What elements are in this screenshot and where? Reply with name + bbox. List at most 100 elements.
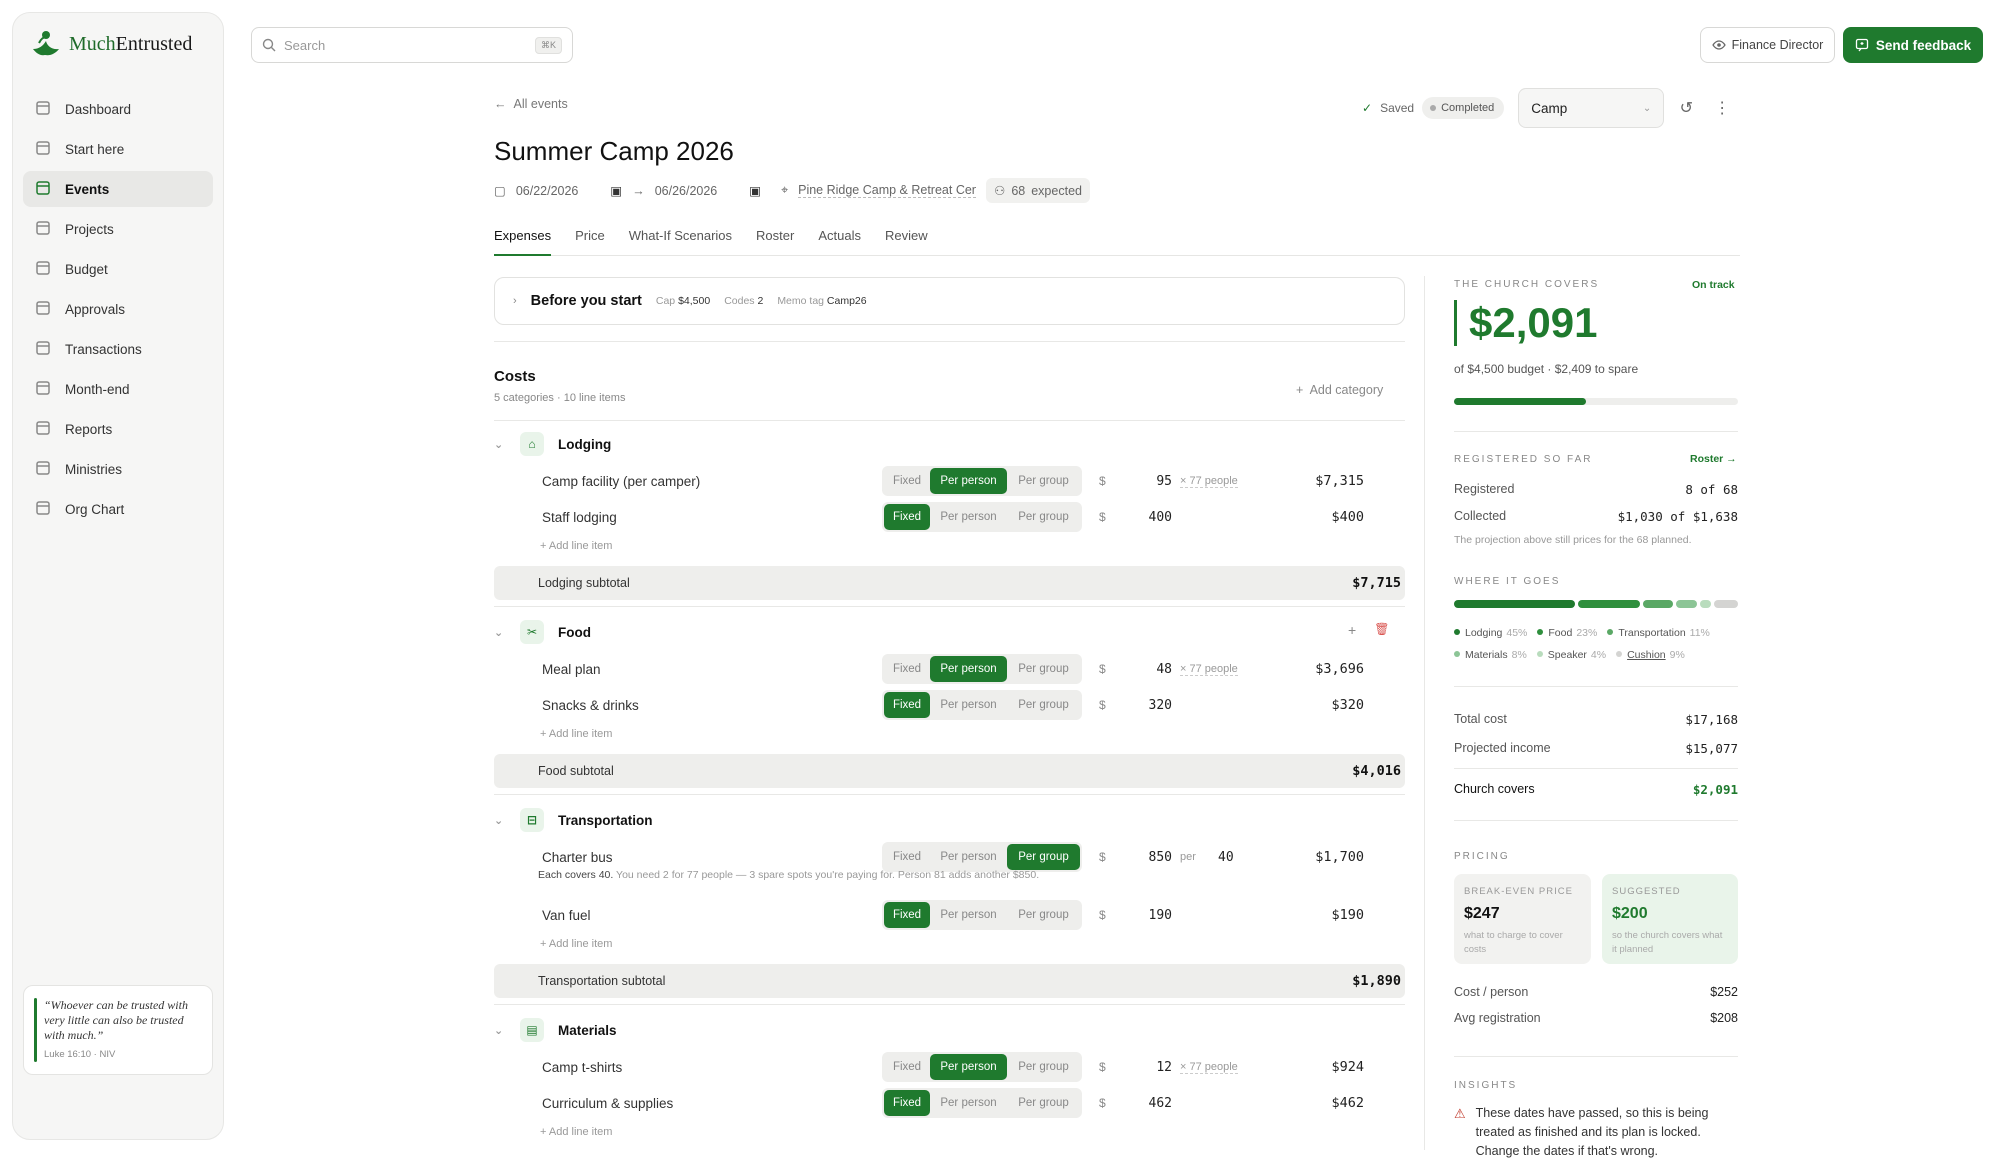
chevron-down-icon[interactable]: ⌄ (494, 1024, 506, 1037)
mode-per-person-option[interactable]: Per person (930, 504, 1007, 530)
add-category-button[interactable]: + Add category (1296, 383, 1383, 397)
cost-mode-toggle[interactable]: Fixed Per person Per group (882, 690, 1082, 720)
add-line-item-button[interactable]: + Add line item (540, 540, 612, 552)
line-item-name[interactable]: Meal plan (542, 662, 601, 677)
mode-fixed-option[interactable]: Fixed (884, 692, 930, 718)
mode-per-group-option[interactable]: Per group (1007, 656, 1080, 682)
amount-input[interactable]: 190 (1114, 908, 1172, 923)
send-feedback-button[interactable]: Send feedback (1843, 27, 1983, 63)
sidebar-item-budget[interactable]: Budget (23, 251, 213, 287)
mode-per-group-option[interactable]: Per group (1007, 844, 1080, 870)
cost-mode-toggle[interactable]: Fixed Per person Per group (882, 900, 1082, 930)
role-switcher-button[interactable]: Finance Director (1700, 27, 1835, 63)
line-item-name[interactable]: Camp facility (per camper) (542, 474, 700, 489)
start-date-field[interactable]: 06/22/2026 (516, 184, 579, 198)
amount-input[interactable]: 400 (1114, 510, 1172, 525)
line-item-name[interactable]: Snacks & drinks (542, 698, 639, 713)
tab-price[interactable]: Price (575, 224, 605, 256)
mode-per-person-option[interactable]: Per person (930, 692, 1007, 718)
sidebar-item-start-here[interactable]: Start here (23, 131, 213, 167)
more-options-button[interactable]: ⋮ (1708, 94, 1736, 122)
end-date-field[interactable]: 06/26/2026 (655, 184, 718, 198)
quantity-link[interactable]: × 77 people (1180, 663, 1238, 676)
line-item-name[interactable]: Camp t-shirts (542, 1060, 622, 1075)
amount-input[interactable]: 850 (1114, 850, 1172, 865)
suggested-price-card[interactable]: SUGGESTED $200 so the church covers what… (1602, 874, 1738, 964)
search-input[interactable]: Search ⌘K (251, 27, 573, 63)
mode-per-person-option[interactable]: Per person (930, 656, 1007, 682)
amount-input[interactable]: 48 (1114, 662, 1172, 677)
mode-per-group-option[interactable]: Per group (1007, 1054, 1080, 1080)
mode-per-group-option[interactable]: Per group (1007, 468, 1080, 494)
break-even-card[interactable]: BREAK-EVEN PRICE $247 what to charge to … (1454, 874, 1591, 964)
chevron-down-icon[interactable]: ⌄ (494, 438, 506, 451)
date-picker-icon[interactable]: ▣ (749, 183, 761, 198)
mode-fixed-option[interactable]: Fixed (884, 1090, 930, 1116)
tab-actuals[interactable]: Actuals (818, 224, 861, 256)
sidebar-item-approvals[interactable]: Approvals (23, 291, 213, 327)
line-item-name[interactable]: Staff lodging (542, 510, 617, 525)
legend-item-cushion[interactable]: Cushion 9% (1616, 644, 1685, 666)
line-item-name[interactable]: Curriculum & supplies (542, 1096, 673, 1111)
category-header[interactable]: ⌄ ▤ Materials (494, 1018, 617, 1042)
amount-input[interactable]: 12 (1114, 1060, 1172, 1075)
event-type-select[interactable]: Camp ⌄ (1518, 88, 1665, 128)
sidebar-item-dashboard[interactable]: Dashboard (23, 91, 213, 127)
quantity-link[interactable]: × 77 people (1180, 475, 1238, 488)
line-item-name[interactable]: Charter bus (542, 850, 613, 865)
category-header[interactable]: ⌄ ⌂ Lodging (494, 432, 611, 456)
delete-icon[interactable]: 🗑 (1374, 622, 1389, 638)
date-picker-icon[interactable]: ▣ (610, 183, 622, 198)
cost-mode-toggle[interactable]: Fixed Per person Per group (882, 502, 1082, 532)
back-link[interactable]: ← All events (494, 97, 568, 111)
amount-input[interactable]: 95 (1114, 474, 1172, 489)
chevron-down-icon[interactable]: ⌄ (494, 626, 506, 639)
add-line-item-button[interactable]: + Add line item (540, 938, 612, 950)
chevron-down-icon[interactable]: ⌄ (494, 814, 506, 827)
mode-per-person-option[interactable]: Per person (930, 468, 1007, 494)
mode-per-group-option[interactable]: Per group (1007, 902, 1080, 928)
mode-fixed-option[interactable]: Fixed (884, 468, 930, 494)
mode-per-person-option[interactable]: Per person (930, 1090, 1007, 1116)
mode-fixed-option[interactable]: Fixed (884, 844, 930, 870)
tab-what-if-scenarios[interactable]: What-If Scenarios (629, 224, 732, 256)
tab-roster[interactable]: Roster (756, 224, 794, 256)
mode-per-group-option[interactable]: Per group (1007, 1090, 1080, 1116)
sidebar-item-org-chart[interactable]: Org Chart (23, 491, 213, 527)
sidebar-item-projects[interactable]: Projects (23, 211, 213, 247)
before-you-start-panel[interactable]: › Before you start Cap $4,500 Codes 2 Me… (494, 277, 1405, 325)
roster-link[interactable]: Roster → (1690, 453, 1737, 465)
sidebar-item-transactions[interactable]: Transactions (23, 331, 213, 367)
sidebar-item-month-end[interactable]: Month-end (23, 371, 213, 407)
mode-per-group-option[interactable]: Per group (1007, 504, 1080, 530)
sidebar-item-reports[interactable]: Reports (23, 411, 213, 447)
tab-review[interactable]: Review (885, 224, 928, 256)
cost-mode-toggle[interactable]: Fixed Per person Per group (882, 654, 1082, 684)
mode-fixed-option[interactable]: Fixed (884, 656, 930, 682)
history-button[interactable]: ↺ (1672, 94, 1700, 122)
quantity-link[interactable]: × 77 people (1180, 1061, 1238, 1074)
add-line-item-button[interactable]: + Add line item (540, 1126, 612, 1138)
category-header[interactable]: ⌄ ✂ Food (494, 620, 591, 644)
mode-per-person-option[interactable]: Per person (930, 844, 1007, 870)
add-line-item-button[interactable]: + Add line item (540, 728, 612, 740)
amount-input[interactable]: 320 (1114, 698, 1172, 713)
mode-per-person-option[interactable]: Per person (930, 1054, 1007, 1080)
mode-per-group-option[interactable]: Per group (1007, 692, 1080, 718)
sidebar-item-ministries[interactable]: Ministries (23, 451, 213, 487)
group-size-input[interactable]: 40 (1218, 850, 1234, 865)
logo[interactable]: MuchEntrusted (29, 29, 192, 59)
line-item-name[interactable]: Van fuel (542, 908, 591, 923)
mode-per-person-option[interactable]: Per person (930, 902, 1007, 928)
add-line-item-icon[interactable]: + (1348, 622, 1356, 638)
amount-input[interactable]: 462 (1114, 1096, 1172, 1111)
cost-mode-toggle[interactable]: Fixed Per person Per group (882, 1088, 1082, 1118)
page-title[interactable]: Summer Camp 2026 (494, 136, 734, 167)
mode-fixed-option[interactable]: Fixed (884, 504, 930, 530)
cost-mode-toggle[interactable]: Fixed Per person Per group (882, 1052, 1082, 1082)
mode-fixed-option[interactable]: Fixed (884, 1054, 930, 1080)
expected-count-chip[interactable]: ⚇ 68 expected (986, 178, 1090, 203)
tab-expenses[interactable]: Expenses (494, 224, 552, 256)
cost-mode-toggle[interactable]: Fixed Per person Per group (882, 842, 1082, 872)
mode-fixed-option[interactable]: Fixed (884, 902, 930, 928)
